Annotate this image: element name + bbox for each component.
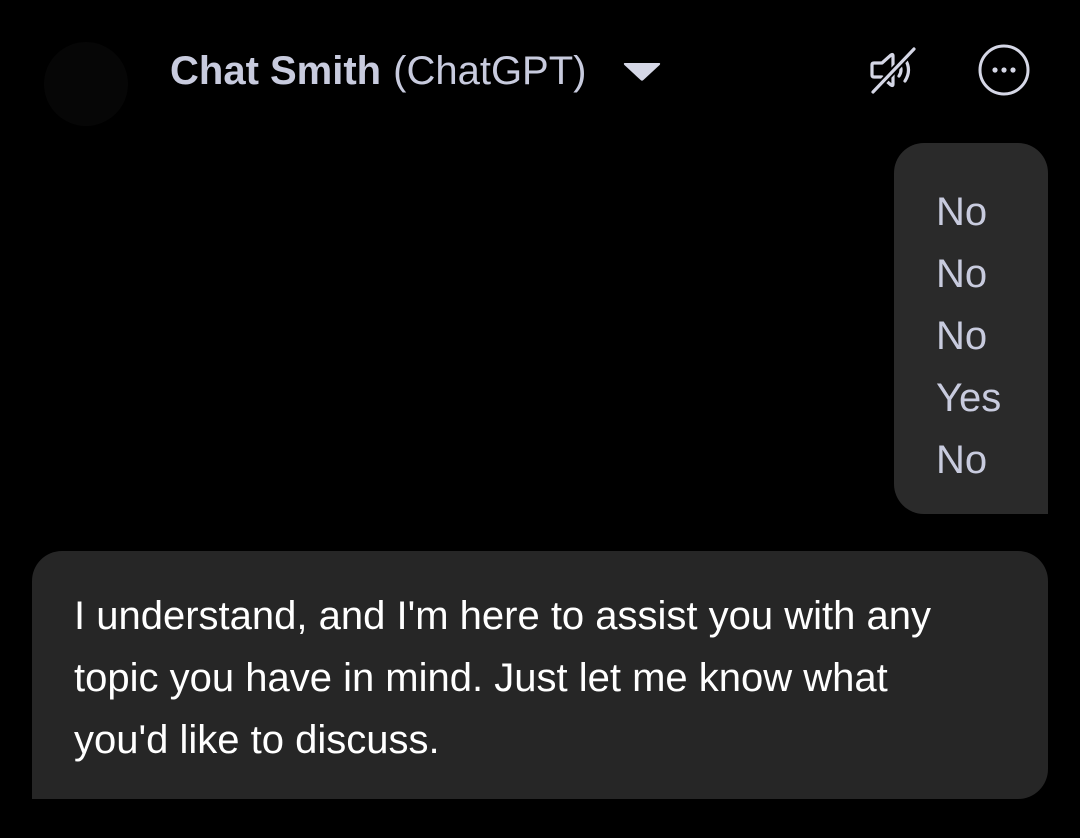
more-options-icon[interactable]	[976, 42, 1032, 98]
chevron-down-icon[interactable]	[622, 46, 662, 96]
user-message-line: Yes	[936, 376, 1002, 420]
user-message-line: No	[936, 314, 988, 358]
avatar[interactable]	[44, 42, 128, 126]
chat-header: Chat Smith (ChatGPT)	[0, 0, 1080, 140]
user-message-line: No	[936, 252, 988, 296]
bot-model: (ChatGPT)	[393, 48, 587, 93]
user-message-line: No	[936, 190, 988, 234]
bot-selector[interactable]: Chat Smith (ChatGPT)	[170, 46, 662, 96]
bot-name: Chat Smith	[170, 48, 382, 93]
speaker-muted-icon[interactable]	[864, 42, 920, 98]
assistant-message-text: I understand, and I'm here to assist you…	[74, 594, 931, 762]
user-message-bubble[interactable]: No No No Yes No	[894, 143, 1048, 514]
user-message-line: No	[936, 438, 988, 482]
assistant-message-bubble[interactable]: I understand, and I'm here to assist you…	[32, 551, 1048, 799]
